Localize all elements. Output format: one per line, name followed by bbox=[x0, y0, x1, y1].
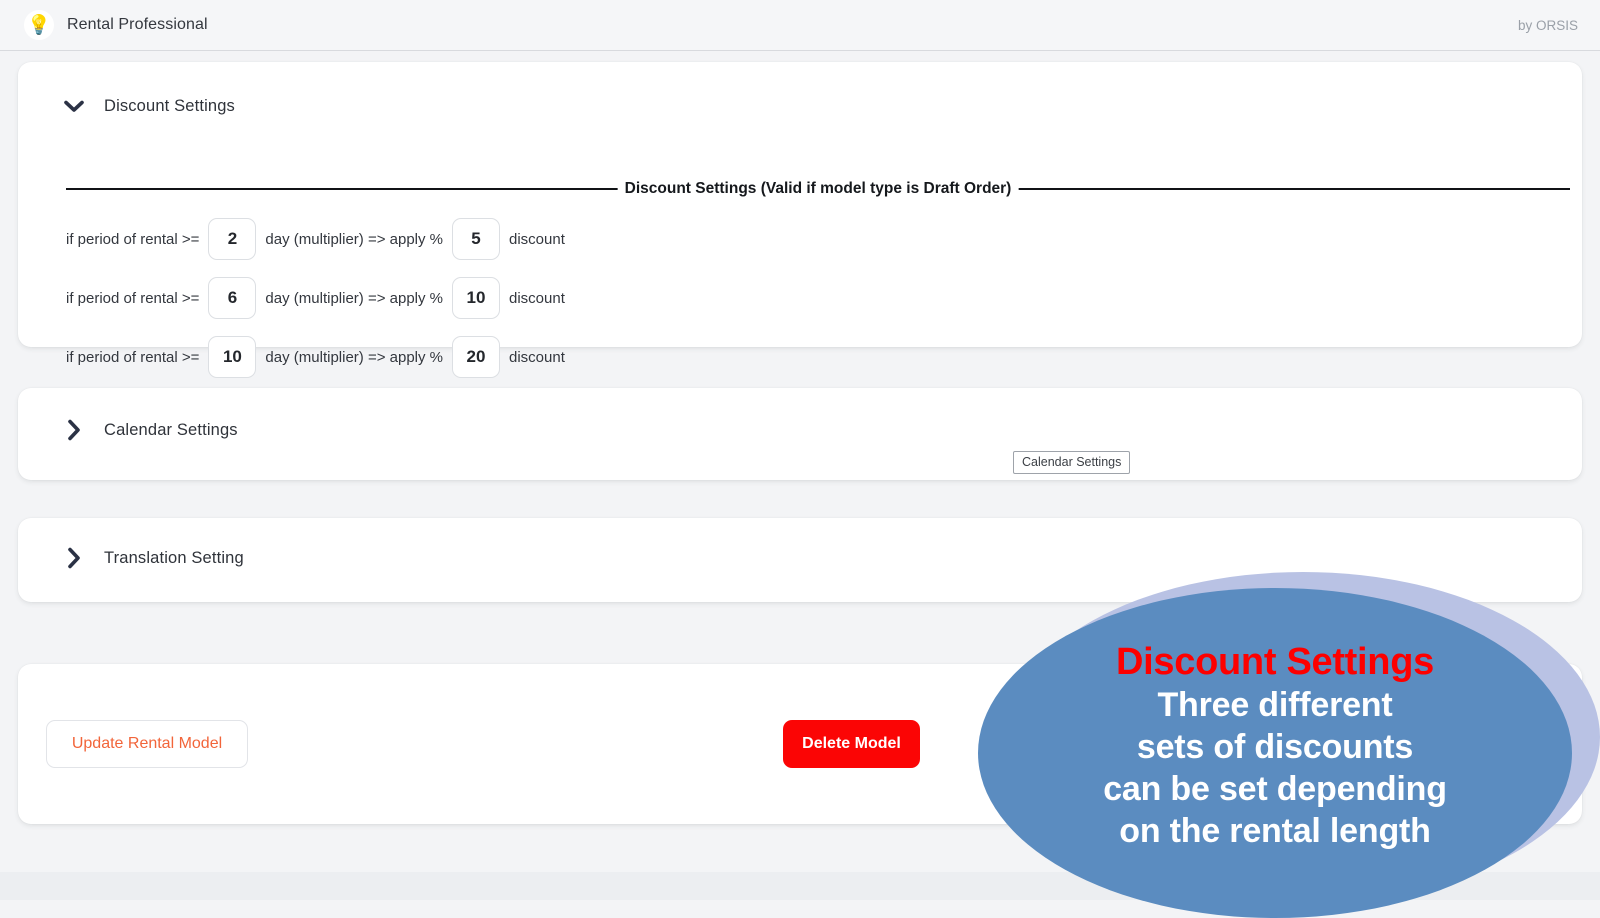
rule-prefix-label: if period of rental >= bbox=[66, 289, 200, 307]
calendar-settings-tooltip: Calendar Settings bbox=[1013, 451, 1131, 474]
translation-setting-card: Translation Setting bbox=[18, 518, 1582, 602]
discount-rule-row: if period of rental >= day (multiplier) … bbox=[66, 218, 1570, 260]
actions-card: Update Rental Model Delete Model bbox=[18, 664, 1582, 824]
rule-suffix-label: discount bbox=[509, 348, 565, 366]
days-threshold-input-2[interactable] bbox=[208, 277, 257, 319]
lightbulb-icon: 💡 bbox=[24, 10, 54, 40]
discount-percent-input-3[interactable] bbox=[452, 336, 500, 378]
days-threshold-input-3[interactable] bbox=[208, 336, 257, 378]
translation-setting-section-header[interactable]: Translation Setting bbox=[60, 544, 244, 572]
calendar-settings-label: Calendar Settings bbox=[104, 420, 238, 439]
discount-rule-row: if period of rental >= day (multiplier) … bbox=[66, 336, 1570, 378]
discount-rule-list: if period of rental >= day (multiplier) … bbox=[66, 218, 1570, 378]
rule-suffix-label: discount bbox=[509, 289, 565, 307]
rule-middle-label: day (multiplier) => apply % bbox=[265, 289, 443, 307]
days-threshold-input-1[interactable] bbox=[208, 218, 257, 260]
rule-middle-label: day (multiplier) => apply % bbox=[265, 348, 443, 366]
update-rental-model-button[interactable]: Update Rental Model bbox=[46, 720, 248, 768]
page-bottom-strip bbox=[0, 872, 1600, 900]
rule-prefix-label: if period of rental >= bbox=[66, 230, 200, 248]
translation-setting-label: Translation Setting bbox=[104, 548, 244, 567]
fieldset-divider: Discount Settings (Valid if model type i… bbox=[66, 180, 1570, 198]
discount-fieldset-legend: Discount Settings (Valid if model type i… bbox=[617, 180, 1019, 198]
calendar-settings-card: Calendar Settings bbox=[18, 388, 1582, 480]
discount-percent-input-2[interactable] bbox=[452, 277, 500, 319]
rule-suffix-label: discount bbox=[509, 230, 565, 248]
chevron-down-icon[interactable] bbox=[60, 92, 88, 120]
discount-rule-row: if period of rental >= day (multiplier) … bbox=[66, 277, 1570, 319]
discount-settings-card: Discount Settings Discount Settings (Val… bbox=[18, 62, 1582, 378]
app-title: Rental Professional bbox=[67, 16, 208, 33]
chevron-right-icon[interactable] bbox=[60, 416, 88, 444]
app-header: 💡 Rental Professional by ORSIS bbox=[0, 0, 1600, 51]
chevron-right-icon[interactable] bbox=[60, 544, 88, 572]
rule-middle-label: day (multiplier) => apply % bbox=[265, 230, 443, 248]
discount-settings-section-header[interactable]: Discount Settings bbox=[60, 92, 235, 120]
discount-settings-label: Discount Settings bbox=[104, 96, 235, 115]
rule-prefix-label: if period of rental >= bbox=[66, 348, 200, 366]
discount-fieldset: Discount Settings (Valid if model type i… bbox=[66, 180, 1570, 395]
delete-model-button[interactable]: Delete Model bbox=[783, 720, 920, 768]
brand[interactable]: 💡 Rental Professional bbox=[24, 10, 208, 40]
discount-percent-input-1[interactable] bbox=[452, 218, 500, 260]
calendar-settings-section-header[interactable]: Calendar Settings bbox=[60, 416, 238, 444]
attribution-label: by ORSIS bbox=[1517, 17, 1578, 33]
